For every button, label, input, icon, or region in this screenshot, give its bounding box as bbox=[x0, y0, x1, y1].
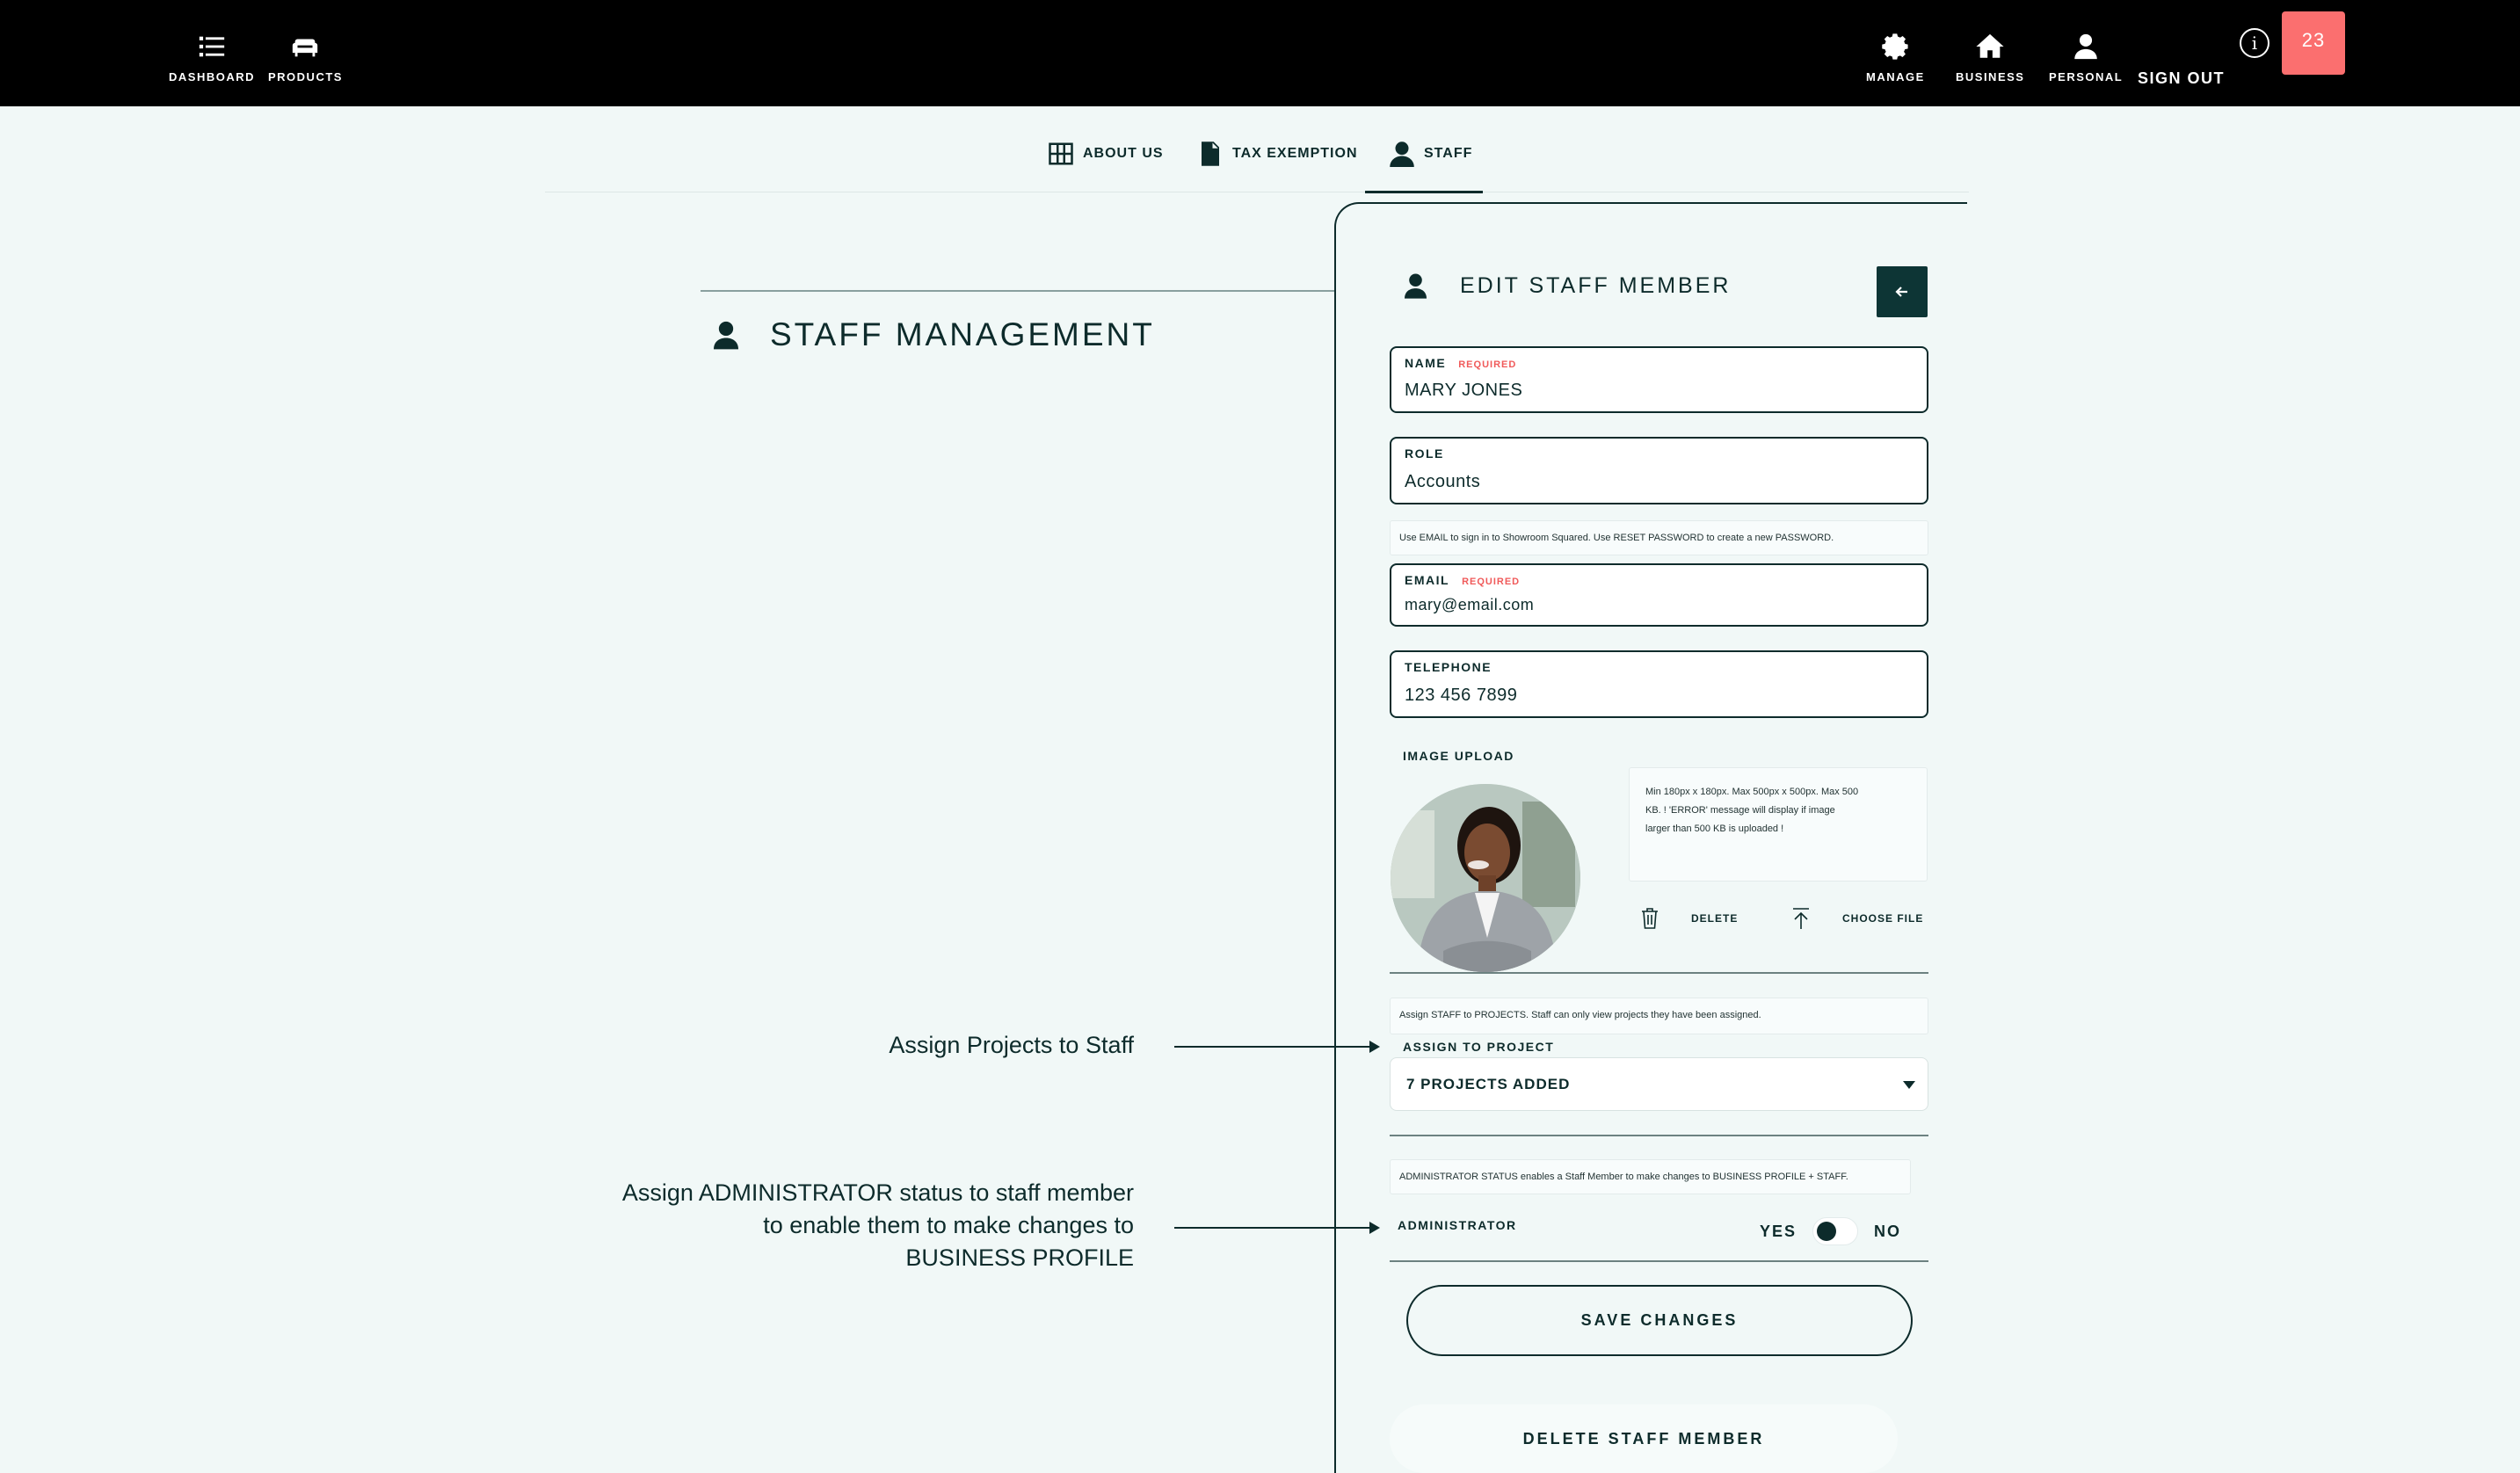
staff-management-heading: STAFF MANAGEMENT bbox=[714, 316, 1155, 353]
document-icon bbox=[1202, 141, 1219, 166]
annotation-admin-line-2: to enable them to make changes to bbox=[763, 1212, 1134, 1238]
person-icon bbox=[714, 321, 738, 350]
nav-dashboard-label: DASHBOARD bbox=[169, 70, 255, 83]
edit-staff-heading: EDIT STAFF MEMBER bbox=[1405, 272, 1731, 299]
chevron-down-icon bbox=[1903, 1081, 1915, 1089]
image-hint-line-2: KB. ! 'ERROR' message will display if im… bbox=[1645, 805, 1835, 816]
image-upload-label: IMAGE UPLOAD bbox=[1403, 749, 1514, 763]
name-required-tag: REQUIRED bbox=[1458, 359, 1517, 370]
project-note: Assign STAFF to PROJECTS. Staff can only… bbox=[1390, 998, 1928, 1034]
tab-staff[interactable]: STAFF bbox=[1389, 141, 1472, 167]
name-value: MARY JONES bbox=[1405, 381, 1523, 400]
annotation-admin-line-3: BUSINESS PROFILE bbox=[905, 1244, 1134, 1271]
divider-projects bbox=[1390, 1135, 1928, 1136]
edit-staff-title: EDIT STAFF MEMBER bbox=[1460, 272, 1732, 298]
gear-icon bbox=[1882, 33, 1908, 60]
toggle-no-label: NO bbox=[1874, 1222, 1902, 1240]
save-changes-button[interactable]: SAVE CHANGES bbox=[1406, 1285, 1913, 1356]
nav-manage[interactable]: MANAGE bbox=[1866, 32, 1925, 83]
assign-project-label: ASSIGN TO PROJECT bbox=[1403, 1040, 1555, 1054]
person-icon bbox=[1390, 141, 1414, 167]
staff-management-divider bbox=[701, 290, 1336, 292]
name-label-text: NAME bbox=[1405, 356, 1447, 370]
annotation-administrator: Assign ADMINISTRATOR status to staff mem… bbox=[492, 1177, 1134, 1274]
tab-tax-exemption[interactable]: TAX EXEMPTION bbox=[1197, 141, 1358, 167]
email-label-text: EMAIL bbox=[1405, 573, 1450, 587]
administrator-note: ADMINISTRATOR STATUS enables a Staff Mem… bbox=[1390, 1159, 1911, 1194]
divider-admin bbox=[1390, 1260, 1928, 1262]
sign-out-link[interactable]: SIGN OUT bbox=[2138, 69, 2225, 88]
top-navigation-bar: DASHBOARD PRODUCTS MANAGE BUSINESS PERSO… bbox=[0, 0, 2520, 106]
tab-about-us-label: ABOUT US bbox=[1083, 146, 1164, 161]
staff-photo-illustration bbox=[1391, 784, 1580, 972]
name-field[interactable]: NAME REQUIRED MARY JONES bbox=[1390, 346, 1928, 413]
annotation-assign-projects: Assign Projects to Staff bbox=[889, 1032, 1134, 1058]
toggle-yes-label: YES bbox=[1760, 1222, 1797, 1240]
email-field[interactable]: EMAIL REQUIRED mary@email.com bbox=[1390, 563, 1928, 627]
choose-file-button[interactable]: CHOOSE FILE bbox=[1791, 907, 1923, 930]
list-icon bbox=[199, 36, 225, 57]
image-hint-line-1: Min 180px x 180px. Max 500px x 500px. Ma… bbox=[1645, 787, 1859, 797]
nav-personal[interactable]: PERSONAL bbox=[2049, 32, 2123, 83]
trash-icon bbox=[1642, 908, 1658, 929]
role-field[interactable]: ROLE Accounts bbox=[1390, 437, 1928, 504]
nav-business-label: BUSINESS bbox=[1956, 70, 2025, 83]
staff-photo bbox=[1391, 784, 1580, 972]
nav-dashboard[interactable]: DASHBOARD bbox=[169, 32, 255, 83]
page-title: STAFF MANAGEMENT bbox=[770, 316, 1155, 352]
toggle-knob bbox=[1817, 1222, 1837, 1241]
tab-tax-exemption-label: TAX EXEMPTION bbox=[1232, 146, 1358, 161]
administrator-label: ADMINISTRATOR bbox=[1398, 1218, 1517, 1232]
nav-personal-label: PERSONAL bbox=[2049, 70, 2124, 83]
email-label: EMAIL REQUIRED bbox=[1405, 573, 1520, 587]
nav-business[interactable]: BUSINESS bbox=[1956, 32, 2024, 83]
delete-staff-member-button[interactable]: DELETE STAFF MEMBER bbox=[1390, 1404, 1898, 1473]
tab-staff-label: STAFF bbox=[1424, 146, 1473, 161]
group-icon bbox=[1049, 142, 1073, 165]
email-value: mary@email.com bbox=[1405, 596, 1535, 613]
email-note: Use EMAIL to sign in to Showroom Squared… bbox=[1390, 520, 1928, 555]
image-requirements-hint: Min 180px x 180px. Max 500px x 500px. Ma… bbox=[1629, 767, 1928, 882]
nav-products[interactable]: PRODUCTS bbox=[268, 32, 343, 83]
nav-products-label: PRODUCTS bbox=[268, 70, 343, 83]
nav-manage-label: MANAGE bbox=[1866, 70, 1925, 83]
upload-icon bbox=[1793, 908, 1809, 929]
delete-image-label: DELETE bbox=[1691, 912, 1739, 925]
administrator-toggle-group: YES NO bbox=[1760, 1217, 1901, 1245]
person-icon bbox=[2074, 33, 2097, 60]
role-value: Accounts bbox=[1405, 472, 1481, 491]
image-hint-line-3: larger than 500 KB is uploaded ! bbox=[1645, 824, 1784, 834]
telephone-field[interactable]: TELEPHONE 123 456 7899 bbox=[1390, 650, 1928, 718]
telephone-value: 123 456 7899 bbox=[1405, 686, 1518, 705]
choose-file-label: CHOOSE FILE bbox=[1842, 912, 1924, 925]
sofa-icon bbox=[293, 39, 318, 57]
tab-about-us[interactable]: ABOUT US bbox=[1048, 141, 1164, 167]
person-icon bbox=[1405, 273, 1427, 299]
email-required-tag: REQUIRED bbox=[1462, 577, 1521, 587]
assign-project-select[interactable]: 7 PROJECTS ADDED bbox=[1390, 1057, 1928, 1111]
notification-badge[interactable]: 23 bbox=[2282, 11, 2345, 75]
active-tab-indicator bbox=[1365, 191, 1483, 193]
back-button[interactable] bbox=[1877, 266, 1928, 317]
annotation-admin-line-1: Assign ADMINISTRATOR status to staff mem… bbox=[621, 1179, 1134, 1206]
delete-image-button[interactable]: DELETE bbox=[1640, 907, 1738, 930]
name-label: NAME REQUIRED bbox=[1405, 356, 1516, 370]
home-icon bbox=[1976, 33, 2004, 58]
administrator-toggle[interactable] bbox=[1812, 1217, 1859, 1245]
divider-image bbox=[1390, 972, 1928, 974]
telephone-label: TELEPHONE bbox=[1405, 660, 1492, 674]
info-icon[interactable]: i bbox=[2240, 28, 2269, 58]
role-label: ROLE bbox=[1405, 446, 1444, 461]
arrow-left-icon bbox=[1895, 287, 1907, 297]
assign-project-value: 7 PROJECTS ADDED bbox=[1406, 1076, 1571, 1092]
